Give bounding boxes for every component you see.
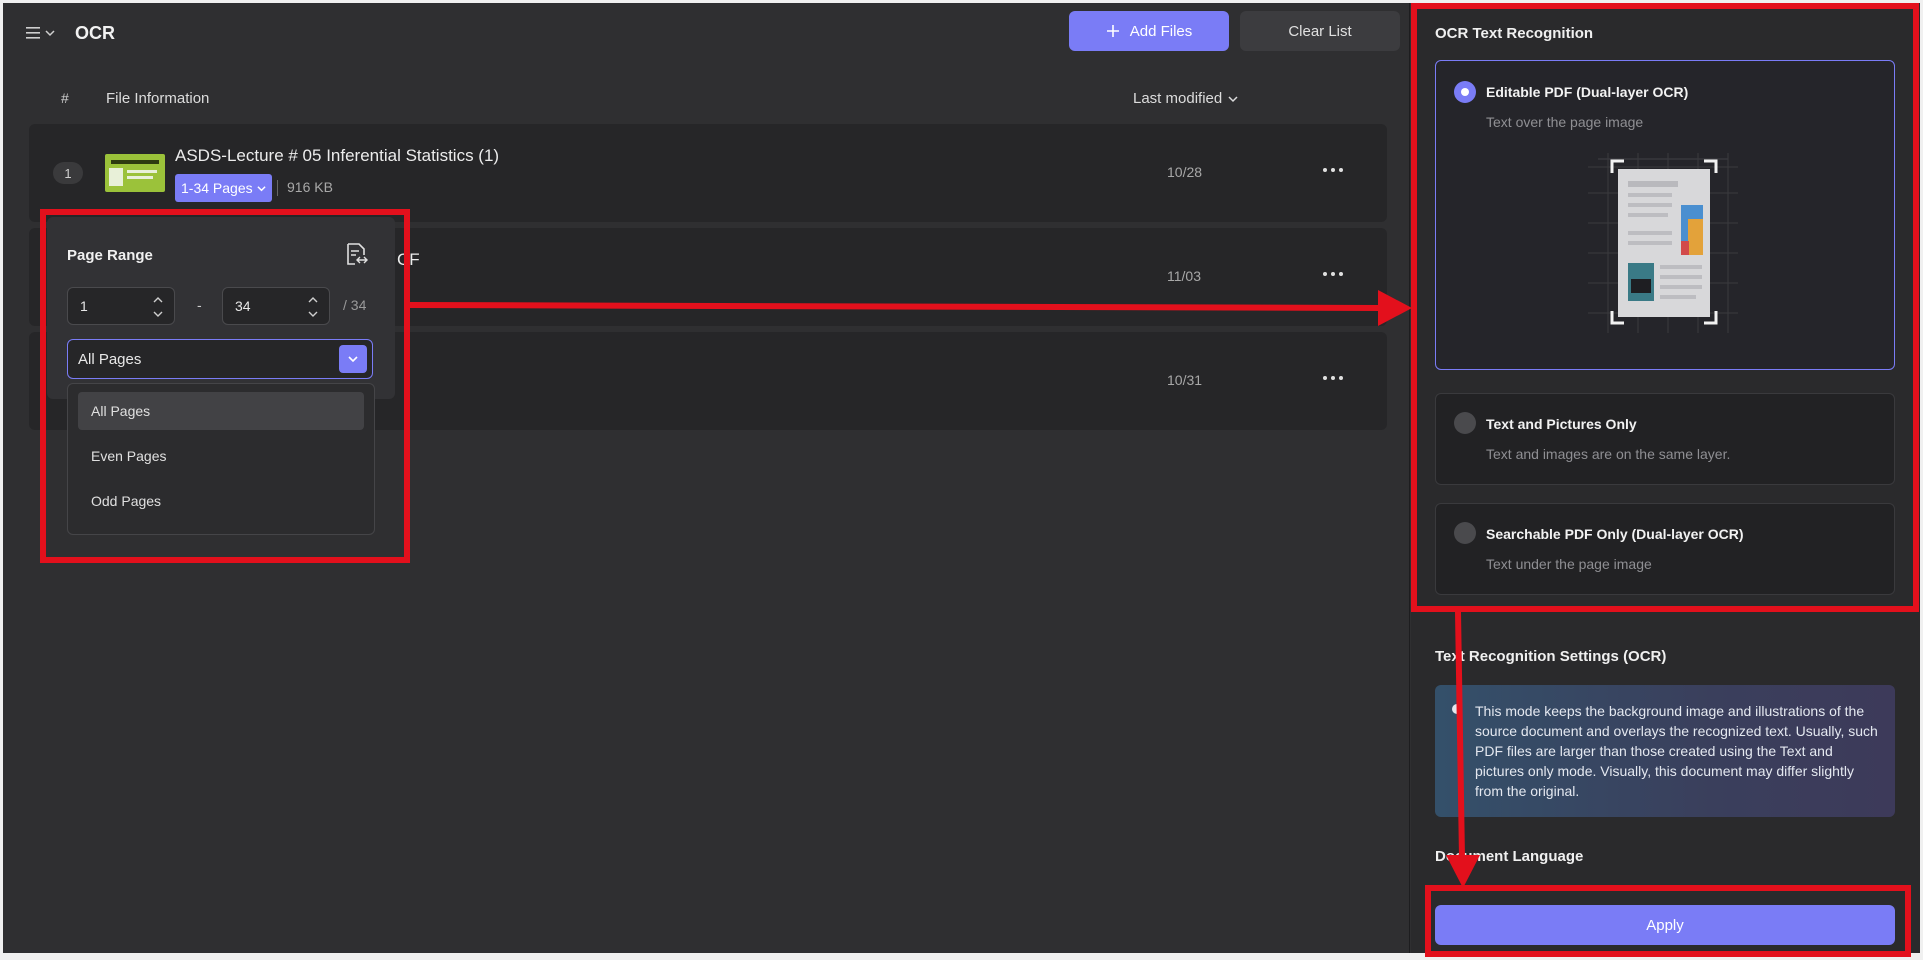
annotation-arrows bbox=[409, 290, 1480, 888]
